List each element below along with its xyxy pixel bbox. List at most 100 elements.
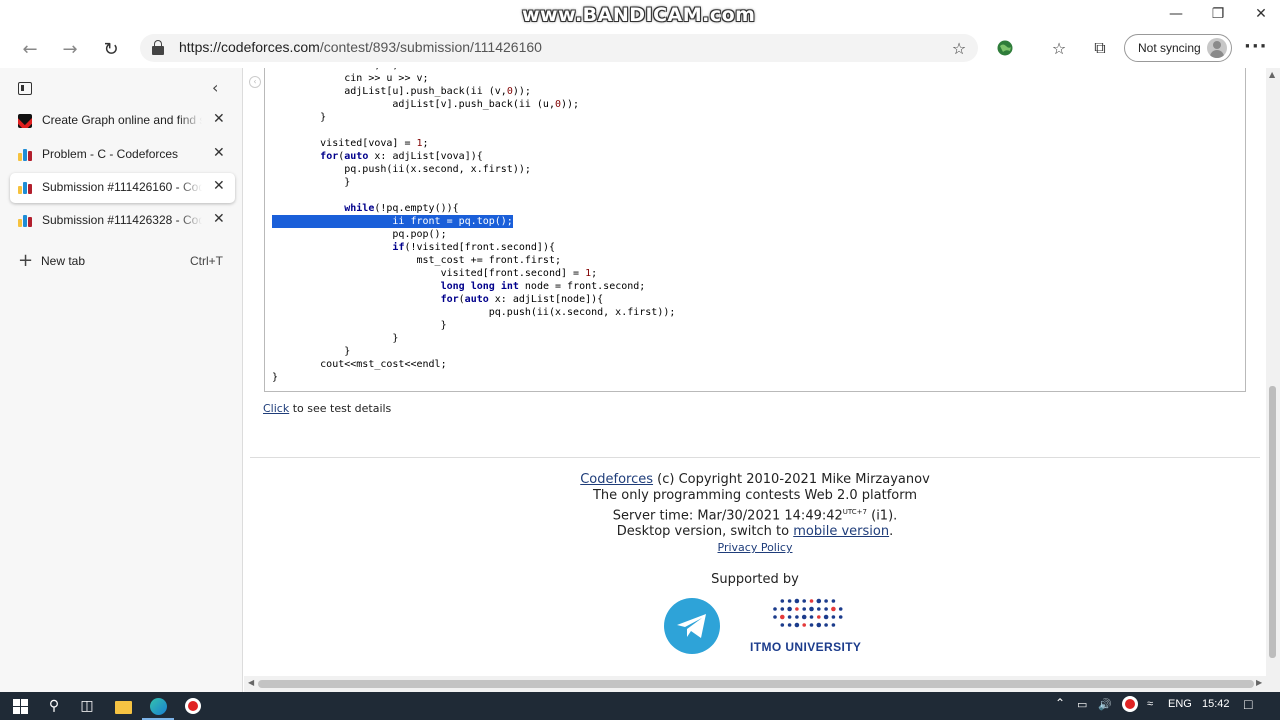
address-bar[interactable]: https://codeforces.com/contest/893/submi… (140, 34, 978, 62)
new-tab-button[interactable]: + New tab Ctrl+T (18, 250, 228, 272)
supported-by-label: Supported by (711, 572, 799, 587)
recording-watermark: www.BANDICAM.com (522, 4, 756, 26)
collections-icon[interactable]: ⧉ (1089, 37, 1111, 59)
horizontal-scroll-thumb[interactable] (258, 680, 1254, 688)
code-line: } (272, 333, 399, 344)
scroll-up-arrow-icon[interactable]: ▲ (1269, 70, 1275, 79)
code-line: visited[front.second] = 1; (272, 268, 598, 279)
close-tab-icon[interactable]: ✕ (213, 111, 225, 127)
code-line: if(!visited[front.second]){ (392, 242, 555, 253)
test-details-text: to see test details (289, 402, 392, 415)
codeforces-link[interactable]: Codeforces (580, 472, 653, 487)
code-line: pq.push(ii(x.second, x.first)); (272, 164, 531, 175)
language-indicator[interactable]: ENG (1168, 698, 1192, 710)
minimize-button[interactable]: — (1156, 2, 1196, 26)
graph-online-favicon-icon (18, 114, 32, 128)
windows-taskbar: ⚲ ◫ ⌃ ▭ 🔊 ≈ ENG 15:42 □ (0, 692, 1280, 720)
refresh-icon: ↻ (103, 38, 119, 60)
tab-title: Submission #111426328 - Codeforces (42, 213, 202, 227)
itmo-logo-icon[interactable] (770, 596, 846, 630)
code-line: long long int node = front.second; (440, 281, 646, 292)
collapse-pane-icon[interactable]: ‹ (212, 78, 218, 97)
clock[interactable]: 15:42 (1202, 698, 1230, 710)
itmo-university-label: ITMO UNIVERSITY (750, 640, 862, 654)
vertical-scrollbar[interactable]: ▲ (1266, 68, 1280, 676)
start-button[interactable] (11, 697, 29, 715)
new-tab-shortcut: Ctrl+T (190, 254, 223, 268)
file-explorer-icon[interactable] (114, 697, 132, 715)
code-line: } (272, 112, 327, 123)
tab-problem-c[interactable]: Problem - C - Codeforces ✕ (10, 140, 235, 170)
url-text[interactable]: https://codeforces.com/contest/893/submi… (179, 39, 542, 55)
mobile-version-link[interactable]: mobile version (793, 524, 889, 539)
tab-actions-icon[interactable] (18, 82, 32, 95)
code-line: adjList[v].push_back(ii (u,0)); (272, 99, 580, 110)
favorite-star-add-icon[interactable]: ☆ (948, 37, 970, 59)
tab-title: Submission #111426160 - Codeforces (42, 180, 202, 194)
arrow-right-icon: → (62, 38, 78, 60)
notifications-icon[interactable]: □ (1244, 696, 1252, 712)
more-menu-icon[interactable]: ··· (1244, 36, 1268, 57)
bandicam-icon[interactable] (184, 697, 202, 715)
codeforces-favicon-icon (18, 214, 32, 228)
back-button[interactable]: ← (17, 36, 43, 62)
recording-tray-icon[interactable] (1122, 696, 1138, 712)
source-code-block: int u, v; cin >> u >> v; adjList[u].push… (264, 68, 1246, 392)
edge-browser-icon[interactable] (149, 697, 167, 715)
page-content: ‹ int u, v; cin >> u >> v; adjList[u].pu… (244, 68, 1266, 676)
battery-icon[interactable]: ▭ (1077, 698, 1087, 711)
tab-submission-111426160[interactable]: Submission #111426160 - Codeforces ✕ (10, 173, 235, 203)
code-line: cin >> u >> v; (272, 73, 429, 84)
sync-label: Not syncing (1138, 41, 1201, 55)
close-tab-icon[interactable]: ✕ (213, 211, 225, 227)
privacy-policy-link[interactable]: Privacy Policy (718, 541, 793, 554)
code-line: visited[vova] = 1; (272, 138, 429, 149)
tagline: The only programming contests Web 2.0 pl… (592, 488, 918, 503)
code-line: } (272, 177, 351, 188)
code-line: for(auto x: adjList[node]){ (440, 294, 604, 305)
scroll-right-arrow-icon[interactable]: ▶ (1256, 678, 1262, 687)
close-window-button[interactable]: ✕ (1241, 2, 1280, 26)
tab-graph-online[interactable]: Create Graph online and find shortest pa… (10, 106, 235, 136)
close-tab-icon[interactable]: ✕ (213, 145, 225, 161)
tray-overflow-chevron-icon[interactable]: ⌃ (1055, 696, 1065, 710)
code-line: for(auto x: adjList[vova]){ (320, 151, 483, 162)
maximize-button[interactable]: ❐ (1198, 2, 1238, 26)
scroll-left-arrow-icon[interactable]: ◀ (248, 678, 254, 687)
refresh-button[interactable]: ↻ (98, 36, 124, 62)
copyright-line: Codeforces (c) Copyright 2010-2021 Mike … (580, 472, 930, 487)
horizontal-scrollbar[interactable]: ◀ ▶ (244, 676, 1280, 692)
tab-title: Problem - C - Codeforces (42, 147, 179, 161)
selected-code-line: ii front = pq.top(); (272, 215, 513, 228)
new-tab-label: New tab (41, 254, 86, 268)
avatar (1207, 38, 1227, 58)
search-icon[interactable]: ⚲ (45, 697, 63, 715)
code-line: cout<<mst_cost<<endl; (272, 359, 447, 370)
footer-divider (250, 457, 1260, 458)
task-view-icon[interactable]: ◫ (78, 697, 96, 715)
windows-logo-icon (12, 698, 28, 714)
extension-globe-icon[interactable] (994, 37, 1016, 59)
telegram-logo-icon[interactable] (664, 598, 720, 654)
plus-icon: + (18, 250, 34, 271)
code-line: pq.push(ii(x.second, x.first)); (272, 307, 676, 318)
arrow-left-icon: ← (22, 38, 38, 60)
code-line: } (272, 320, 447, 331)
server-time: Server time: Mar/30/2021 14:49:42UTC+7 (… (612, 508, 898, 524)
profile-sync-button[interactable]: Not syncing (1124, 34, 1232, 62)
close-tab-icon[interactable]: ✕ (213, 178, 225, 194)
test-details-line: Click to see test details (263, 402, 391, 415)
network-icon[interactable]: ≈ (1147, 698, 1153, 710)
codeforces-favicon-icon (18, 148, 32, 162)
footer: Codeforces (c) Copyright 2010-2021 Mike … (244, 472, 1266, 556)
click-test-details-link[interactable]: Click (263, 402, 289, 415)
tab-submission-111426328[interactable]: Submission #111426328 - Codeforces ✕ (10, 206, 235, 236)
volume-icon[interactable]: 🔊 (1098, 698, 1112, 711)
code-line: while(!pq.empty()){ (344, 203, 459, 214)
code-line: } (272, 346, 351, 357)
sidebar-toggle-handle-icon[interactable]: ‹ (249, 76, 261, 88)
tab-title: Create Graph online and find shortest pa… (42, 113, 202, 127)
vertical-scroll-thumb[interactable] (1269, 386, 1276, 658)
forward-button[interactable]: → (57, 36, 83, 62)
favorites-icon[interactable]: ☆ (1048, 37, 1070, 59)
